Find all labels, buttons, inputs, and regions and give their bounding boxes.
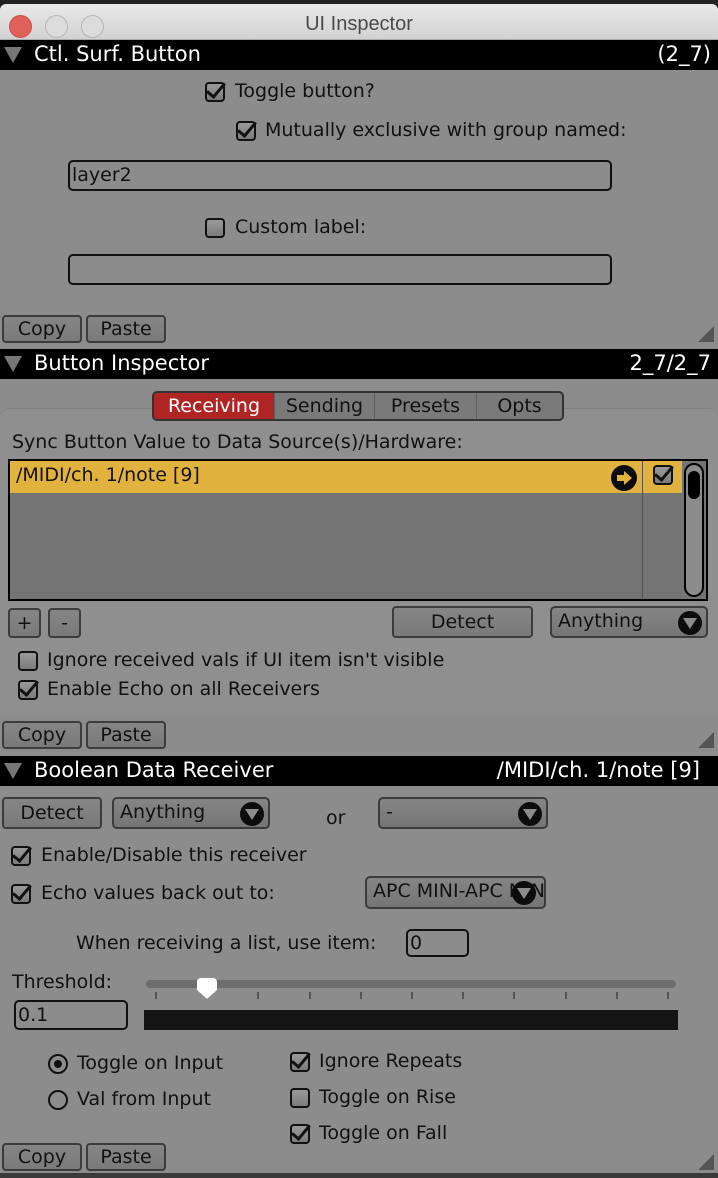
thumb-body	[197, 978, 218, 990]
data-source-list[interactable]: /MIDI/ch. 1/note [9]	[8, 459, 708, 601]
section-id: /MIDI/ch. 1/note [9]	[496, 758, 700, 782]
mutually-exclusive-checkbox[interactable]	[236, 121, 256, 141]
chevron-down-icon	[240, 802, 264, 826]
slider-tick	[513, 992, 516, 999]
chevron-down-icon	[678, 611, 702, 635]
thumb-point	[197, 990, 218, 999]
second-popup[interactable]: -	[378, 797, 548, 829]
ignore-invisible-checkbox[interactable]	[18, 651, 38, 671]
enable-receiver-checkbox[interactable]	[11, 846, 31, 866]
slider-tick	[411, 992, 413, 999]
enable-echo-checkbox[interactable]	[18, 680, 38, 700]
section-header-ctl-surf-button[interactable]: Ctl. Surf. Button (2_7)	[0, 40, 718, 70]
disclosure-triangle-icon[interactable]	[4, 47, 22, 63]
toggle-button-label: Toggle button?	[235, 80, 375, 102]
slider-tick	[359, 992, 362, 999]
paste-button[interactable]: Paste	[86, 721, 166, 749]
group-name-input[interactable]: layer2	[68, 160, 612, 191]
slider-tick	[615, 992, 618, 999]
source-enabled-checkbox[interactable]	[653, 465, 673, 485]
detect-button[interactable]: Detect	[2, 797, 102, 829]
section-header-button-inspector[interactable]: Button Inspector 2_7/2_7	[0, 349, 718, 379]
chevron-down-icon	[512, 881, 536, 905]
second-popup-value: -	[386, 801, 393, 823]
slider-tick	[155, 992, 157, 999]
source-path: /MIDI/ch. 1/note [9]	[16, 464, 200, 486]
inspector-tabs: Receiving Sending Presets Opts	[152, 391, 564, 421]
toggle-on-rise-checkbox[interactable]	[290, 1088, 310, 1108]
filter-popup-value: Anything	[558, 610, 644, 632]
paste-button[interactable]: Paste	[86, 315, 166, 343]
section-id: (2_7)	[657, 42, 711, 66]
type-popup[interactable]: Anything	[112, 797, 270, 829]
column-divider	[642, 461, 643, 599]
custom-label-label: Custom label:	[235, 216, 367, 238]
tab-receiving[interactable]: Receiving	[154, 393, 275, 419]
mutually-exclusive-label: Mutually exclusive with group named:	[265, 119, 627, 141]
enable-echo-label: Enable Echo on all Receivers	[47, 678, 320, 700]
chevron-down-icon	[518, 802, 542, 826]
window-title: UI Inspector	[305, 13, 413, 35]
ignore-repeats-checkbox[interactable]	[290, 1052, 310, 1072]
echo-values-label: Echo values back out to:	[41, 882, 275, 904]
toggle-on-input-radio[interactable]	[48, 1054, 68, 1074]
toggle-on-fall-label: Toggle on Fall	[319, 1122, 448, 1144]
slider-tick	[308, 992, 311, 999]
section-title: Ctl. Surf. Button	[34, 42, 201, 66]
sync-label: Sync Button Value to Data Source(s)/Hard…	[12, 431, 463, 453]
echo-target-popup[interactable]: APC MINI-APC MINI	[365, 876, 546, 909]
enable-receiver-label: Enable/Disable this receiver	[41, 844, 307, 866]
disclosure-triangle-icon[interactable]	[4, 763, 22, 779]
remove-source-button[interactable]: -	[48, 608, 81, 638]
section-id: 2_7/2_7	[629, 351, 711, 375]
tab-opts[interactable]: Opts	[477, 393, 562, 419]
threshold-slider[interactable]	[146, 980, 676, 988]
list-item-input[interactable]: 0	[406, 929, 469, 957]
slider-thumb[interactable]	[197, 978, 218, 999]
list-item-label: When receiving a list, use item:	[76, 932, 377, 954]
val-from-input-label: Val from Input	[77, 1088, 211, 1110]
ignore-repeats-label: Ignore Repeats	[319, 1050, 463, 1072]
toggle-on-fall-checkbox[interactable]	[290, 1124, 310, 1144]
resize-grip-icon[interactable]	[698, 326, 714, 342]
echo-values-checkbox[interactable]	[11, 884, 31, 904]
threshold-label: Threshold:	[12, 971, 113, 993]
section-title: Button Inspector	[34, 351, 209, 375]
tab-sending[interactable]: Sending	[275, 393, 375, 419]
add-source-button[interactable]: +	[8, 608, 41, 638]
custom-label-input[interactable]	[68, 254, 612, 285]
toggle-button-checkbox[interactable]	[205, 82, 225, 102]
list-item[interactable]: /MIDI/ch. 1/note [9]	[10, 461, 682, 493]
input-level-meter	[144, 1010, 678, 1030]
type-popup-value: Anything	[120, 801, 206, 823]
slider-tick	[564, 992, 567, 999]
resize-grip-icon[interactable]	[698, 1154, 714, 1170]
or-label: or	[326, 807, 346, 829]
resize-grip-icon[interactable]	[698, 732, 714, 748]
scrollbar-thumb[interactable]	[688, 471, 700, 499]
paste-button[interactable]: Paste	[86, 1143, 166, 1171]
tab-presets[interactable]: Presets	[375, 393, 477, 419]
val-from-input-radio[interactable]	[48, 1090, 68, 1110]
copy-button[interactable]: Copy	[2, 1143, 82, 1171]
threshold-input[interactable]: 0.1	[14, 1000, 128, 1030]
ignore-invisible-label: Ignore received vals if UI item isn't vi…	[47, 649, 445, 671]
section-title: Boolean Data Receiver	[34, 758, 274, 782]
slider-tick	[667, 992, 669, 999]
slider-tick	[462, 992, 465, 999]
window-titlebar[interactable]: UI Inspector	[0, 4, 718, 40]
section-header-boolean-receiver[interactable]: Boolean Data Receiver /MIDI/ch. 1/note […	[0, 756, 718, 786]
copy-button[interactable]: Copy	[2, 315, 82, 343]
detect-button[interactable]: Detect	[392, 606, 533, 638]
arrow-right-icon[interactable]	[611, 465, 637, 491]
disclosure-triangle-icon[interactable]	[4, 356, 22, 372]
toggle-on-rise-label: Toggle on Rise	[319, 1086, 456, 1108]
filter-popup[interactable]: Anything	[550, 606, 708, 638]
toggle-on-input-label: Toggle on Input	[77, 1052, 224, 1074]
desktop-background	[0, 1173, 718, 1178]
copy-button[interactable]: Copy	[2, 721, 82, 749]
slider-tick	[257, 992, 260, 999]
list-scrollbar[interactable]	[684, 463, 704, 597]
custom-label-checkbox[interactable]	[205, 218, 225, 238]
